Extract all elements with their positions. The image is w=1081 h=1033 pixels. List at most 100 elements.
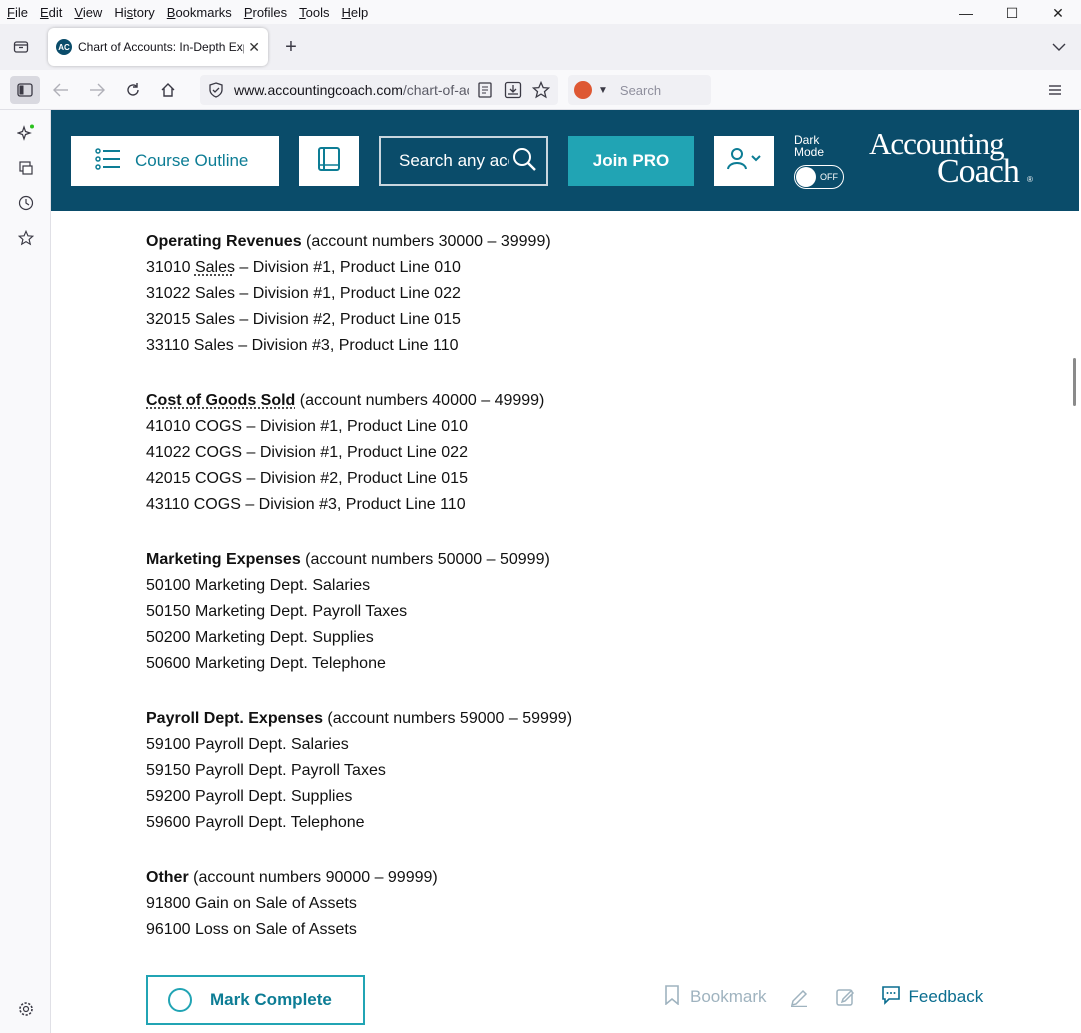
bookmark-label: Bookmark [690,987,767,1006]
settings-gear-icon[interactable] [13,996,39,1022]
list-item: 50150 Marketing Dept. Payroll Taxes [146,603,408,620]
home-icon[interactable] [153,76,183,104]
user-icon [726,147,762,176]
scrollbar-thumb[interactable] [1073,358,1076,406]
back-icon[interactable] [46,76,76,104]
list-item: 32015 Sales – Division #2, Product Line … [146,311,461,328]
window-controls: — ☐ ✕ [943,0,1081,26]
menu-bar: File Edit View History Bookmarks Profile… [0,0,1081,24]
browser-search-placeholder: Search [619,82,662,98]
minimize-icon[interactable]: — [943,0,989,26]
reload-icon[interactable] [118,76,148,104]
book-icon [317,146,341,177]
star-bookmark-icon[interactable] [531,80,551,102]
section-title: Payroll Dept. Expenses [146,710,323,727]
url-text[interactable]: www.accountingcoach.com/chart-of-account… [234,82,469,98]
join-pro-label: Join PRO [592,151,670,170]
list-item: 59150 Payroll Dept. Payroll Taxes [146,762,386,779]
nav-toolbar: www.accountingcoach.com/chart-of-account… [0,70,1081,110]
menu-file[interactable]: File [0,5,34,20]
list-item: 31010 Sales – Division #1, Product Line … [146,259,461,276]
search-icon[interactable] [511,146,537,177]
menu-profiles[interactable]: Profiles [238,5,293,20]
menu-view[interactable]: View [68,5,108,20]
shield-icon[interactable] [208,82,224,101]
tab-strip: AC Chart of Accounts: In-Depth Explanati… [0,24,1081,70]
list-tabs-icon[interactable] [1044,33,1074,61]
menu-bookmarks[interactable]: Bookmarks [161,5,238,20]
mark-complete-button[interactable]: Mark Complete [146,975,365,1025]
course-outline-button[interactable]: Course Outline [71,136,279,186]
tab-active[interactable]: AC Chart of Accounts: In-Depth Explanati… [48,28,268,66]
reader-view-icon[interactable] [478,82,492,101]
browser-sidebar [0,110,51,1033]
note-edit-icon[interactable] [835,987,855,1007]
article-actions: Bookmark Feedback [664,983,983,1011]
list-item: 59600 Payroll Dept. Telephone [146,814,365,831]
synced-tabs-icon[interactable] [13,155,39,181]
section-range: (account numbers 30000 – 39999) [301,233,551,250]
course-outline-label: Course Outline [135,151,249,170]
list-item: 50600 Marketing Dept. Telephone [146,655,386,672]
chevron-down-icon[interactable]: ▼ [598,85,608,96]
new-tab-icon[interactable]: + [276,33,306,61]
list-item: 33110 Sales – Division #3, Product Line … [146,337,459,354]
site-search-input[interactable]: Search any account [379,136,548,186]
list-item: 31022 Sales – Division #1, Product Line … [146,285,461,302]
sidebar-toggle-icon[interactable] [10,76,40,104]
section-other: Other (account numbers 90000 – 99999) 91… [146,865,946,943]
menu-help[interactable]: Help [336,5,375,20]
highlight-pen-icon[interactable] [789,987,809,1007]
section-operating-revenues: Operating Revenues (account numbers 3000… [146,229,946,359]
toggle-state: OFF [820,172,838,182]
section-marketing-expenses: Marketing Expenses (account numbers 5000… [146,547,946,677]
section-range: (account numbers 40000 – 49999) [295,392,545,409]
list-item: 43110 COGS – Division #3, Product Line 1… [146,496,466,513]
accountingcoach-logo[interactable]: Accounting Coach ® [869,128,1033,189]
tab-tray-icon[interactable] [6,33,36,61]
list-item: 41022 COGS – Division #1, Product Line 0… [146,444,468,461]
join-pro-button[interactable]: Join PRO [568,136,694,186]
dark-mode-toggle[interactable]: OFF [794,165,844,189]
bookmarks-star-icon[interactable] [13,225,39,251]
menu-history[interactable]: History [108,5,160,20]
hamburger-menu-icon[interactable] [1040,76,1070,104]
close-tab-icon[interactable]: ✕ [248,39,260,56]
site-search-placeholder: Search any account [399,151,509,170]
site-header: Course Outline Search any account Join P… [51,110,1079,211]
list-item: 41010 COGS – Division #1, Product Line 0… [146,418,468,435]
section-range: (account numbers 59000 – 59999) [322,710,573,727]
maximize-icon[interactable]: ☐ [989,0,1035,26]
dark-mode-label: Dark Mode [794,133,825,159]
section-title: Marketing Expenses [146,551,301,568]
book-button[interactable] [299,136,359,186]
list-item: 59100 Payroll Dept. Salaries [146,736,349,753]
section-range: (account numbers 50000 – 50999) [300,551,550,568]
article-content: Operating Revenues (account numbers 3000… [146,229,946,972]
section-cogs: Cost of Goods Sold (account numbers 4000… [146,388,946,518]
menu-edit[interactable]: Edit [34,5,68,20]
history-clock-icon[interactable] [13,190,39,216]
bookmark-icon [664,984,680,1010]
bookmark-button[interactable]: Bookmark [664,984,767,1010]
circle-check-icon [168,988,192,1012]
cogs-glossary-link[interactable]: Cost of Goods Sold [146,392,295,409]
user-account-button[interactable] [714,136,774,186]
close-window-icon[interactable]: ✕ [1035,0,1081,26]
url-bar[interactable]: www.accountingcoach.com/chart-of-account… [200,75,558,105]
section-range: (account numbers 90000 – 99999) [188,869,438,886]
sales-glossary-link[interactable]: Sales [195,259,235,276]
section-title: Other [146,869,189,886]
feedback-button[interactable]: Feedback [881,985,983,1010]
list-item: 50100 Marketing Dept. Salaries [146,577,371,594]
feedback-icon [881,985,901,1010]
ai-sparkle-icon[interactable] [13,120,39,146]
list-item: 59200 Payroll Dept. Supplies [146,788,353,805]
forward-icon[interactable] [82,76,112,104]
tab-title: Chart of Accounts: In-Depth Explanation [78,40,244,54]
browser-search-bar[interactable]: ▼ Search [568,75,711,105]
menu-tools[interactable]: Tools [293,5,335,20]
duckduckgo-icon[interactable] [574,81,592,99]
section-payroll-expenses: Payroll Dept. Expenses (account numbers … [146,706,946,836]
save-page-icon[interactable] [504,81,522,102]
